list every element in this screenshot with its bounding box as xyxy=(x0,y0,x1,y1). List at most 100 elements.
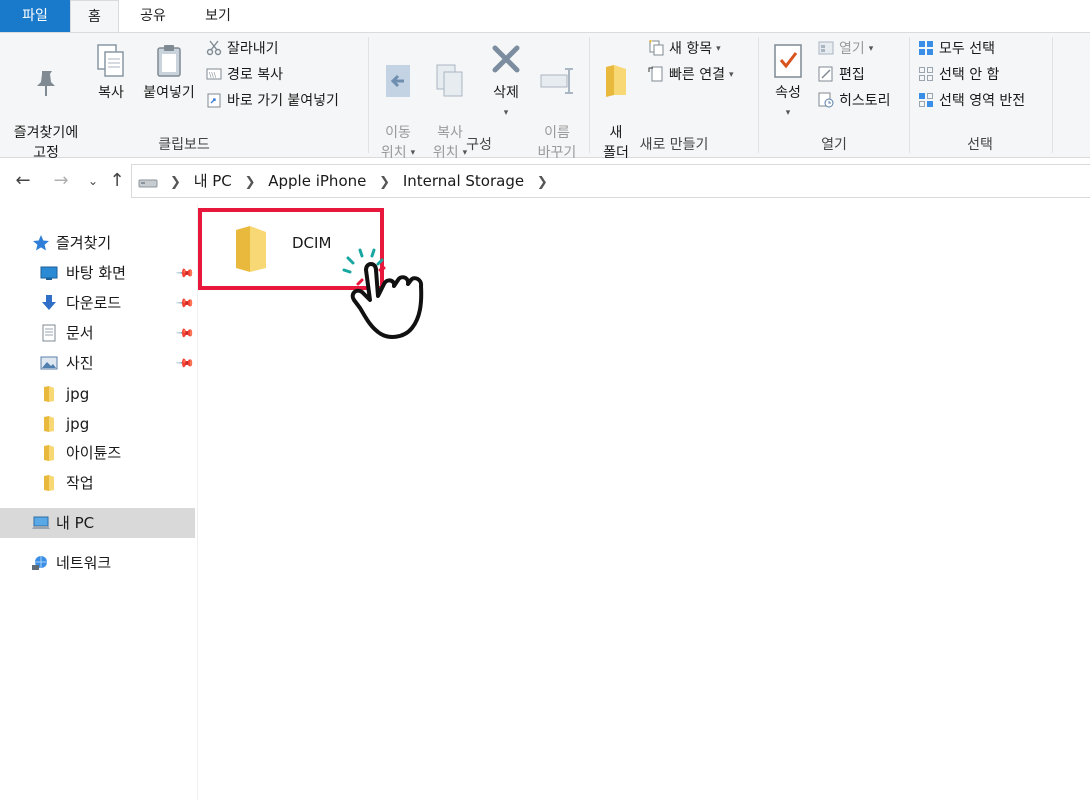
properties-icon xyxy=(774,44,802,78)
network-icon xyxy=(32,556,47,570)
paste-shortcut-icon xyxy=(207,93,221,108)
easy-access-button[interactable]: 빠른 연결 ▾ xyxy=(648,63,734,87)
computer-icon xyxy=(32,516,50,529)
select-none-icon xyxy=(919,67,933,81)
download-icon xyxy=(42,295,56,310)
edit-icon xyxy=(818,66,833,82)
tab-view[interactable]: 보기 xyxy=(190,0,246,32)
back-arrow-icon[interactable]: ← xyxy=(12,168,34,194)
copy-path-button[interactable]: \\\ 경로 복사 xyxy=(206,63,283,87)
sidebar-item-label: 다운로드 xyxy=(66,294,122,312)
new-item-label: 새 항목 xyxy=(669,41,713,57)
file-list: DCIM xyxy=(198,204,1090,800)
copy-path-icon: \\\ xyxy=(206,68,222,80)
pin-icon[interactable]: 📌 xyxy=(170,257,202,289)
navigation-bar: ← → ⌄ ↑ ❯ 내 PC ❯ Apple iPhone ❯ Internal… xyxy=(0,158,1090,204)
sidebar-item-label: jpg xyxy=(66,415,90,433)
select-all-button[interactable]: 모두 선택 xyxy=(918,37,995,61)
breadcrumb: ❯ 내 PC ❯ Apple iPhone ❯ Internal Storage… xyxy=(162,165,556,197)
edit-button[interactable]: 편집 xyxy=(818,63,865,87)
open-label: 열기 xyxy=(839,41,865,57)
easy-access-label: 빠른 연결 xyxy=(669,67,725,83)
pin-icon xyxy=(37,71,55,96)
sidebar-item-label: 즐겨찾기 xyxy=(56,234,112,252)
breadcrumb-internal-storage[interactable]: Internal Storage xyxy=(403,172,524,190)
folder-icon xyxy=(44,475,54,491)
paste-label: 붙여넣기 xyxy=(143,85,195,101)
scissors-icon xyxy=(206,40,222,56)
delete-icon xyxy=(492,45,520,73)
edit-label: 편집 xyxy=(839,67,865,83)
invert-selection-label: 선택 영역 반전 xyxy=(939,93,1026,109)
copy-path-label: 경로 복사 xyxy=(227,67,283,83)
breadcrumb-apple-iphone[interactable]: Apple iPhone xyxy=(268,172,366,190)
invert-selection-button[interactable]: 선택 영역 반전 xyxy=(918,89,1025,113)
address-bar[interactable]: ❯ 내 PC ❯ Apple iPhone ❯ Internal Storage… xyxy=(131,164,1090,198)
select-all-icon xyxy=(919,41,933,55)
sidebar-item-label: 네트워크 xyxy=(56,554,112,572)
cut-button[interactable]: 잘라내기 xyxy=(206,37,279,61)
paste-shortcut-button[interactable]: 바로 가기 붙여넣기 xyxy=(206,89,339,113)
breadcrumb-chevron-icon: ❯ xyxy=(170,175,181,190)
pin-icon[interactable]: 📌 xyxy=(170,317,202,349)
delete-button[interactable]: 삭제 ▾ xyxy=(486,43,526,123)
tab-file[interactable]: 파일 xyxy=(0,0,70,32)
sidebar-item-label: jpg xyxy=(66,385,90,403)
click-hand-cursor-icon xyxy=(342,248,424,339)
file-explorer-window: 파일 홈 공유 보기 즐겨찾기에 고정 복사 붙여넣기 잘라내기 \\\ 경로 … xyxy=(0,0,1090,800)
new-item-button[interactable]: 새 항목 ▾ xyxy=(648,37,721,61)
select-group-label: 선택 xyxy=(967,137,993,153)
pin-icon[interactable]: 📌 xyxy=(170,287,202,319)
select-all-label: 모두 선택 xyxy=(939,41,995,57)
move-to-icon xyxy=(386,65,410,97)
svg-text:\\\: \\\ xyxy=(209,71,217,79)
sidebar-item-label: 작업 xyxy=(66,474,94,492)
up-arrow-icon[interactable]: ↑ xyxy=(106,168,128,194)
select-none-button[interactable]: 선택 안 함 xyxy=(918,63,999,87)
open-icon xyxy=(818,41,834,55)
paste-button[interactable]: 붙여넣기 xyxy=(136,43,202,103)
organize-group-label: 구성 xyxy=(466,137,492,153)
folder-name: DCIM xyxy=(292,234,332,252)
properties-button[interactable]: 속성 ▾ xyxy=(766,43,810,123)
sidebar-item-label: 문서 xyxy=(66,324,94,342)
breadcrumb-chevron-icon: ❯ xyxy=(244,175,256,190)
paste-icon xyxy=(157,45,181,77)
clipboard-group-label: 클립보드 xyxy=(158,137,210,153)
folder-icon xyxy=(44,445,54,461)
history-button[interactable]: 히스토리 xyxy=(818,89,891,113)
picture-icon xyxy=(40,356,58,370)
navigation-pane: 즐겨찾기 바탕 화면 📌 다운로드 📌 문서 📌 사진 📌 jpg jpg 아이… xyxy=(0,204,198,800)
delete-label: 삭제 xyxy=(493,85,519,101)
new-folder-icon xyxy=(606,65,626,97)
copy-to-icon xyxy=(436,64,463,97)
breadcrumb-this-pc[interactable]: 내 PC xyxy=(194,172,232,190)
invert-selection-icon xyxy=(919,93,933,107)
breadcrumb-chevron-icon: ❯ xyxy=(379,175,391,190)
forward-arrow-icon[interactable]: → xyxy=(50,168,72,194)
history-icon xyxy=(818,92,834,108)
sidebar-item-label: 사진 xyxy=(66,354,94,372)
tab-home[interactable]: 홈 xyxy=(70,0,119,33)
cut-label: 잘라내기 xyxy=(227,41,279,57)
copy-label: 복사 xyxy=(98,85,124,101)
properties-label: 속성 xyxy=(775,85,801,101)
device-icon xyxy=(138,179,158,188)
selected-row-highlight xyxy=(0,508,195,538)
pin-icon[interactable]: 📌 xyxy=(170,347,202,379)
recent-locations-chevron-icon[interactable]: ⌄ xyxy=(82,168,104,194)
sidebar-item-label: 아이튠즈 xyxy=(66,444,122,462)
ribbon-tab-bar: 파일 홈 공유 보기 xyxy=(0,0,1090,33)
breadcrumb-chevron-icon: ❯ xyxy=(536,175,548,190)
open-group-label: 열기 xyxy=(821,137,847,153)
open-button[interactable]: 열기 ▾ xyxy=(818,37,873,61)
folder-icon xyxy=(44,386,54,402)
history-label: 히스토리 xyxy=(839,93,891,109)
select-none-label: 선택 안 함 xyxy=(939,67,1000,83)
sidebar-item-label: 내 PC xyxy=(56,514,95,532)
folder-icon xyxy=(236,226,266,272)
tab-share[interactable]: 공유 xyxy=(125,0,181,32)
copy-button[interactable]: 복사 xyxy=(90,43,132,103)
sidebar-item-label: 바탕 화면 xyxy=(66,264,126,282)
folder-icon xyxy=(44,416,54,432)
